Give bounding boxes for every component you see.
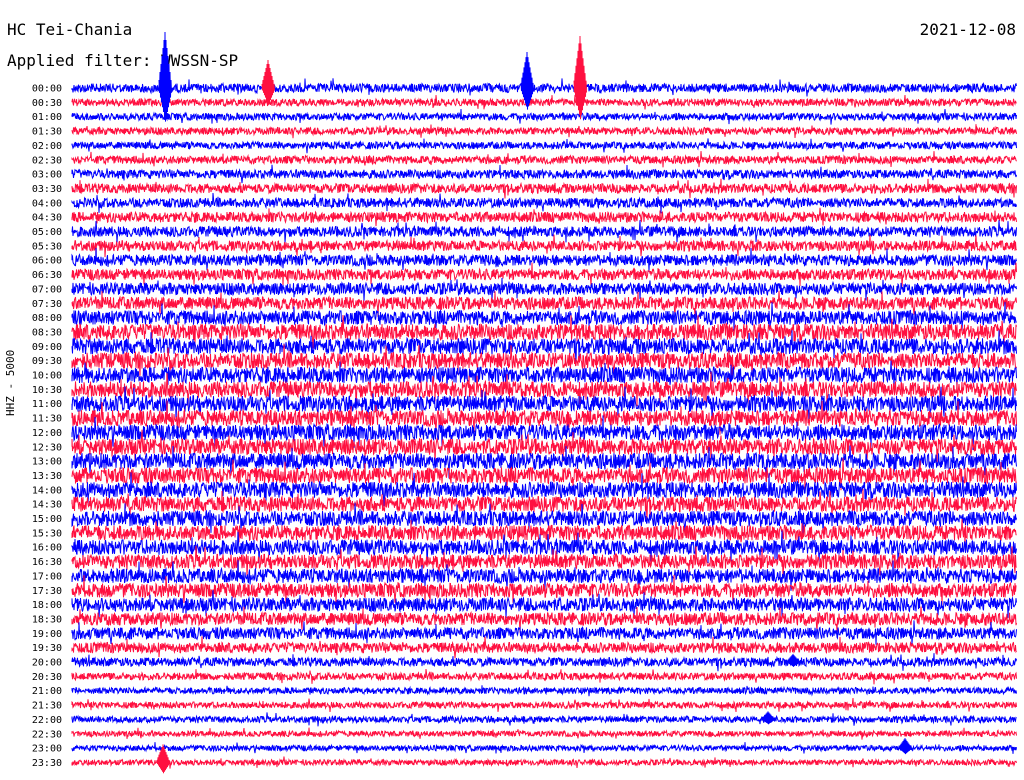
trace-row — [71, 94, 1017, 110]
time-label: 01:30 — [32, 127, 62, 138]
trace-row — [71, 220, 1017, 243]
trace-row — [71, 234, 1017, 258]
trace-row — [71, 742, 1017, 754]
time-label: 12:00 — [32, 428, 62, 439]
trace-row — [71, 247, 1017, 272]
time-label: 16:00 — [32, 543, 62, 554]
trace-row — [71, 164, 1017, 184]
time-label: 09:00 — [32, 342, 62, 353]
trace-row — [71, 124, 1017, 139]
time-label: 05:30 — [32, 241, 62, 252]
trace-row — [71, 727, 1017, 740]
time-label: 09:30 — [32, 356, 62, 367]
trace-row — [71, 685, 1017, 697]
time-label: 13:00 — [32, 457, 62, 468]
time-label: 12:30 — [32, 442, 62, 453]
time-label: 17:00 — [32, 571, 62, 582]
time-label: 10:30 — [32, 385, 62, 396]
event-spike — [573, 35, 587, 120]
time-label: 20:30 — [32, 672, 62, 683]
trace-row — [71, 277, 1017, 301]
time-label: 22:00 — [32, 715, 62, 726]
time-label: 06:00 — [32, 256, 62, 267]
time-label: 02:00 — [32, 141, 62, 152]
time-label: 06:30 — [32, 270, 62, 281]
trace-row — [71, 78, 1017, 97]
time-label: 14:30 — [32, 500, 62, 511]
time-label: 00:30 — [32, 98, 62, 109]
time-label: 03:30 — [32, 184, 62, 195]
event-spike — [261, 59, 275, 105]
time-label: 21:30 — [32, 701, 62, 712]
time-label: 11:30 — [32, 414, 62, 425]
time-labels: 00:00 00:30 01:00 01:30 02:00 02:30 03:00 03:30… — [32, 84, 62, 769]
time-label: 18:30 — [32, 614, 62, 625]
time-label: 18:00 — [32, 600, 62, 611]
trace-row — [71, 519, 1017, 547]
time-label: 15:30 — [32, 528, 62, 539]
time-label: 08:00 — [32, 313, 62, 324]
time-label: 13:30 — [32, 471, 62, 482]
time-label: 04:30 — [32, 213, 62, 224]
time-label: 23:30 — [32, 758, 62, 769]
time-label: 15:00 — [32, 514, 62, 525]
time-label: 20:00 — [32, 658, 62, 669]
time-label: 07:00 — [32, 284, 62, 295]
time-label: 11:00 — [32, 399, 62, 410]
time-label: 19:00 — [32, 629, 62, 640]
trace-row — [71, 108, 1017, 125]
event-spike — [898, 738, 912, 755]
trace-row — [71, 192, 1017, 214]
trace-row — [71, 151, 1017, 168]
trace-row — [71, 207, 1017, 227]
time-label: 19:30 — [32, 643, 62, 654]
trace-row — [71, 636, 1017, 659]
time-label: 21:00 — [32, 686, 62, 697]
time-label: 02:30 — [32, 155, 62, 166]
trace-row — [71, 653, 1017, 672]
time-label: 08:30 — [32, 327, 62, 338]
trace-row — [71, 138, 1017, 154]
time-label: 22:30 — [32, 729, 62, 740]
trace-row — [71, 756, 1017, 769]
time-label: 10:00 — [32, 371, 62, 382]
time-label: 03:00 — [32, 170, 62, 181]
event-spike — [158, 31, 172, 122]
time-label: 16:30 — [32, 557, 62, 568]
helicorder-plot: 00:00 00:30 01:00 01:30 02:00 02:30 03:00 03:30… — [32, 31, 1017, 774]
time-label: 00:00 — [32, 84, 62, 95]
time-label: 14:00 — [32, 485, 62, 496]
time-label: 04:00 — [32, 198, 62, 209]
trace-row — [71, 697, 1017, 713]
time-label: 07:30 — [32, 299, 62, 310]
trace-row — [71, 262, 1017, 287]
time-label: 17:30 — [32, 586, 62, 597]
time-label: 23:00 — [32, 744, 62, 755]
time-label: 01:00 — [32, 112, 62, 123]
trace-row — [71, 712, 1017, 727]
time-label: 05:00 — [32, 227, 62, 238]
trace-row — [71, 668, 1017, 685]
seismic-traces — [71, 31, 1017, 774]
event-spike — [786, 653, 800, 667]
